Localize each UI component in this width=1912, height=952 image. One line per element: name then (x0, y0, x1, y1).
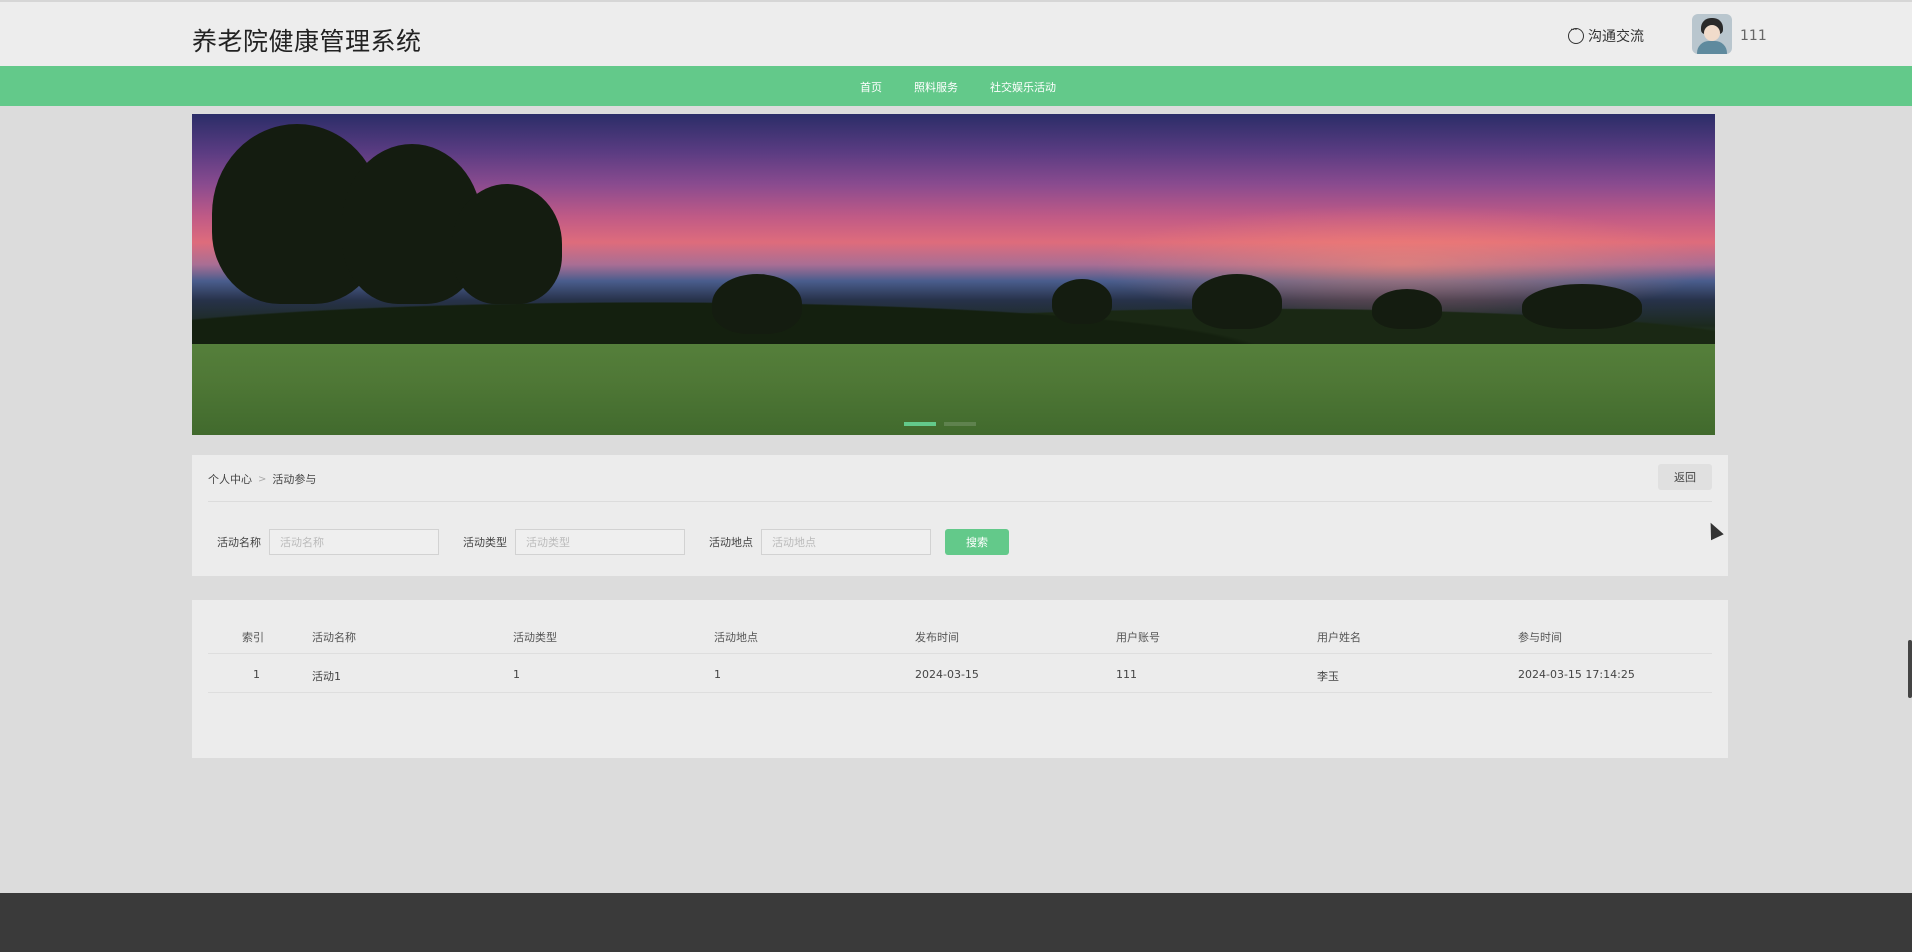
nav-item-social-activities[interactable]: 社交娱乐活动 (990, 79, 1056, 95)
participation-table: 索引 活动名称 活动类型 活动地点 发布时间 用户账号 用户姓名 参与时间 1 … (192, 600, 1728, 758)
cell-user-name: 李玉 (1317, 670, 1339, 683)
cell-activity-type: 1 (513, 668, 520, 681)
breadcrumb-current: 活动参与 (272, 473, 317, 486)
search-button[interactable]: 搜索 (945, 529, 1009, 555)
carousel-dot[interactable] (944, 422, 976, 426)
chat-label: 沟通交流 (1588, 29, 1644, 45)
column-header: 活动名称 (312, 631, 356, 644)
footer (0, 893, 1912, 952)
carousel-indicators (904, 422, 976, 426)
column-header: 参与时间 (1518, 631, 1562, 644)
column-header: 发布时间 (915, 631, 959, 644)
column-header: 用户姓名 (1317, 631, 1361, 644)
cell-activity-name: 活动1 (312, 670, 341, 683)
filter-label: 活动名称 (217, 536, 261, 549)
chat-link[interactable]: 沟通交流 (1568, 25, 1644, 46)
table-row[interactable]: 1 活动1 1 1 2024-03-15 111 李玉 2024-03-15 1… (208, 655, 1712, 693)
top-header: 养老院健康管理系统 沟通交流 111 (0, 0, 1912, 66)
site-title: 养老院健康管理系统 (192, 27, 422, 56)
breadcrumb-parent[interactable]: 个人中心 (208, 471, 252, 487)
filter-activity-type: 活动类型 (463, 529, 685, 555)
avatar[interactable] (1692, 14, 1732, 54)
back-button[interactable]: 返回 (1658, 464, 1712, 490)
cell-activity-location: 1 (714, 668, 721, 681)
search-panel: 个人中心 > 活动参与 返回 活动名称 活动类型 活动地点 搜索 (192, 455, 1728, 576)
column-header: 活动地点 (714, 631, 758, 644)
nav-item-home[interactable]: 首页 (860, 79, 882, 95)
nav-item-care-services[interactable]: 照料服务 (914, 79, 958, 95)
cell-publish-time: 2024-03-15 (915, 668, 979, 681)
chat-bubble-icon (1568, 25, 1584, 44)
column-header: 活动类型 (513, 631, 557, 644)
chevron-right-icon: > (258, 473, 267, 485)
cell-join-time: 2024-03-15 17:14:25 (1518, 668, 1635, 681)
filter-label: 活动类型 (463, 536, 507, 549)
banner-carousel[interactable] (192, 114, 1715, 435)
filter-activity-name: 活动名称 (217, 529, 439, 555)
table-header: 索引 活动名称 活动类型 活动地点 发布时间 用户账号 用户姓名 参与时间 (208, 616, 1712, 654)
activity-location-input[interactable] (761, 529, 931, 555)
column-header: 用户账号 (1116, 631, 1160, 644)
filter-activity-location: 活动地点 (709, 529, 931, 555)
username[interactable]: 111 (1740, 28, 1767, 44)
scrollbar-thumb[interactable] (1908, 640, 1912, 698)
divider (208, 501, 1712, 502)
activity-name-input[interactable] (269, 529, 439, 555)
activity-type-input[interactable] (515, 529, 685, 555)
main-nav: 首页 照料服务 社交娱乐活动 (0, 66, 1912, 106)
cell-index: 1 (253, 668, 260, 681)
breadcrumb: 个人中心 > 活动参与 (208, 471, 316, 487)
filter-label: 活动地点 (709, 536, 753, 549)
carousel-dot[interactable] (904, 422, 936, 426)
column-header: 索引 (242, 631, 264, 644)
cell-user-account: 111 (1116, 668, 1137, 681)
